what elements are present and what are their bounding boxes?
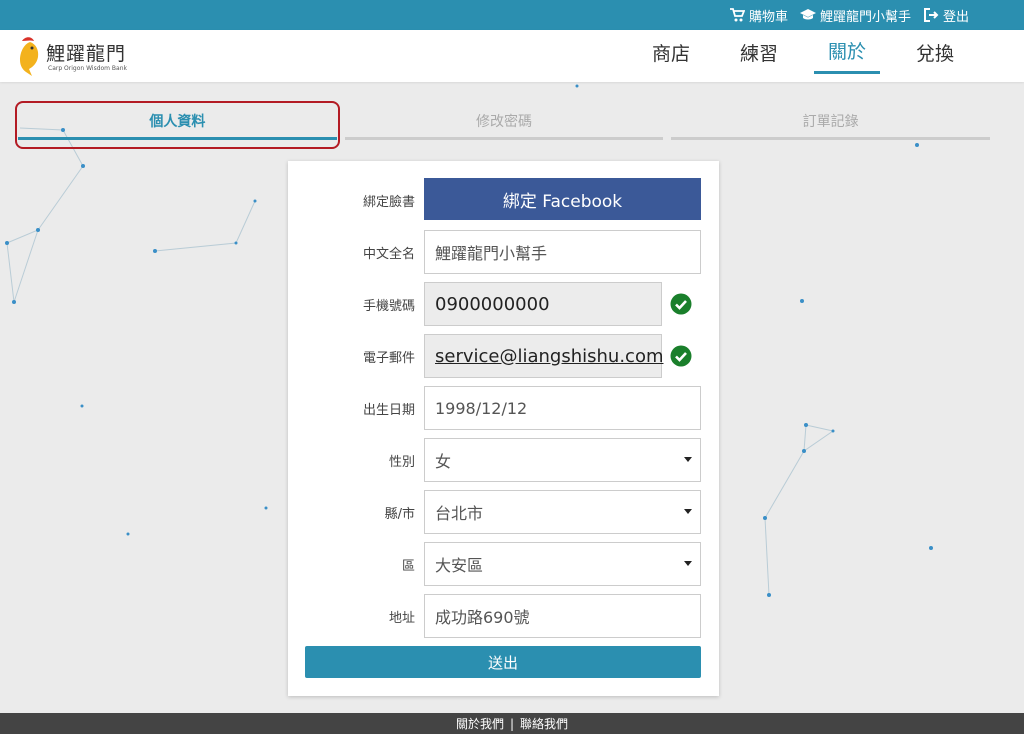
submit-button[interactable]: 送出 <box>305 646 701 678</box>
birthday-input[interactable]: 1998/12/12 <box>424 386 701 430</box>
verified-check-icon <box>670 293 692 315</box>
cart-icon <box>729 8 745 22</box>
name-row: 中文全名 鯉躍龍門小幫手 <box>288 230 719 274</box>
bind-facebook-button[interactable]: 綁定 Facebook <box>424 178 701 220</box>
district-label: 區 <box>401 558 415 574</box>
top-links: 購物車 鯉躍龍門小幫手 登出 <box>729 0 969 30</box>
facebook-label: 綁定臉書 <box>362 194 415 210</box>
carp-logo-icon <box>20 37 39 76</box>
name-input[interactable]: 鯉躍龍門小幫手 <box>424 230 701 274</box>
caret-down-icon <box>684 509 692 514</box>
phone-row: 手機號碼 0900000000 <box>288 282 719 326</box>
district-value: 大安區 <box>435 556 484 575</box>
top-bar: 購物車 鯉躍龍門小幫手 登出 <box>0 0 1024 30</box>
cart-label: 購物車 <box>748 9 788 25</box>
address-row: 地址 成功路690號 <box>288 594 719 638</box>
address-label: 地址 <box>388 610 415 626</box>
county-select[interactable]: 台北市 <box>424 490 701 534</box>
county-label: 縣/市 <box>384 506 415 522</box>
birthday-label: 出生日期 <box>362 402 415 418</box>
name-label: 中文全名 <box>362 246 415 262</box>
district-row: 區 大安區 <box>288 542 719 586</box>
gender-label: 性別 <box>388 454 415 470</box>
site-footer: 關於我們 | 聯絡我們 <box>0 713 1024 734</box>
tab-highlight-annotation <box>15 101 340 149</box>
cart-link[interactable]: 購物車 <box>729 6 788 25</box>
nav-redeem[interactable]: 兌換 <box>902 30 968 74</box>
gender-row: 性別 女 <box>288 438 719 482</box>
verified-check-icon <box>670 345 692 367</box>
brand-tagline: Carp Origon Wisdom Bank <box>48 65 127 72</box>
gender-value: 女 <box>435 452 452 471</box>
footer-contact-link[interactable]: 聯絡我們 <box>520 715 568 732</box>
email-row: 電子郵件 service@liangshishu.com <box>288 334 719 378</box>
logout-icon <box>923 8 939 22</box>
footer-about-link[interactable]: 關於我們 <box>456 715 504 732</box>
county-row: 縣/市 台北市 <box>288 490 719 534</box>
gender-select[interactable]: 女 <box>424 438 701 482</box>
profile-form: 綁定臉書 綁定 Facebook 中文全名 鯉躍龍門小幫手 手機號碼 09000… <box>288 161 719 696</box>
logout-link[interactable]: 登出 <box>923 6 969 25</box>
user-link[interactable]: 鯉躍龍門小幫手 <box>799 6 911 25</box>
birthday-row: 出生日期 1998/12/12 <box>288 386 719 430</box>
facebook-row: 綁定臉書 綁定 Facebook <box>288 178 719 222</box>
email-input: service@liangshishu.com <box>424 334 664 378</box>
graduation-cap-icon <box>799 8 816 22</box>
tab-order-history[interactable]: 訂單記錄 <box>671 104 991 140</box>
address-input[interactable]: 成功路690號 <box>424 594 701 638</box>
caret-down-icon <box>684 561 692 566</box>
nav-practice[interactable]: 練習 <box>726 30 792 74</box>
district-select[interactable]: 大安區 <box>424 542 701 586</box>
user-name: 鯉躍龍門小幫手 <box>819 9 911 25</box>
site-header: 鯉躍龍門 Carp Origon Wisdom Bank 商店 練習 關於 兌換 <box>0 30 1024 82</box>
county-value: 台北市 <box>435 504 484 523</box>
main-nav: 商店 練習 關於 兌換 <box>638 30 968 82</box>
nav-store[interactable]: 商店 <box>638 30 704 74</box>
brand-logo[interactable]: 鯉躍龍門 Carp Origon Wisdom Bank <box>16 34 127 78</box>
phone-input: 0900000000 <box>424 282 662 326</box>
email-label: 電子郵件 <box>362 350 415 366</box>
phone-label: 手機號碼 <box>362 298 415 314</box>
nav-about[interactable]: 關於 <box>813 30 880 74</box>
footer-separator: | <box>509 716 515 731</box>
logout-label: 登出 <box>942 9 969 25</box>
brand-name: 鯉躍龍門 <box>46 43 127 65</box>
caret-down-icon <box>684 457 692 462</box>
tab-change-password[interactable]: 修改密碼 <box>344 104 664 140</box>
